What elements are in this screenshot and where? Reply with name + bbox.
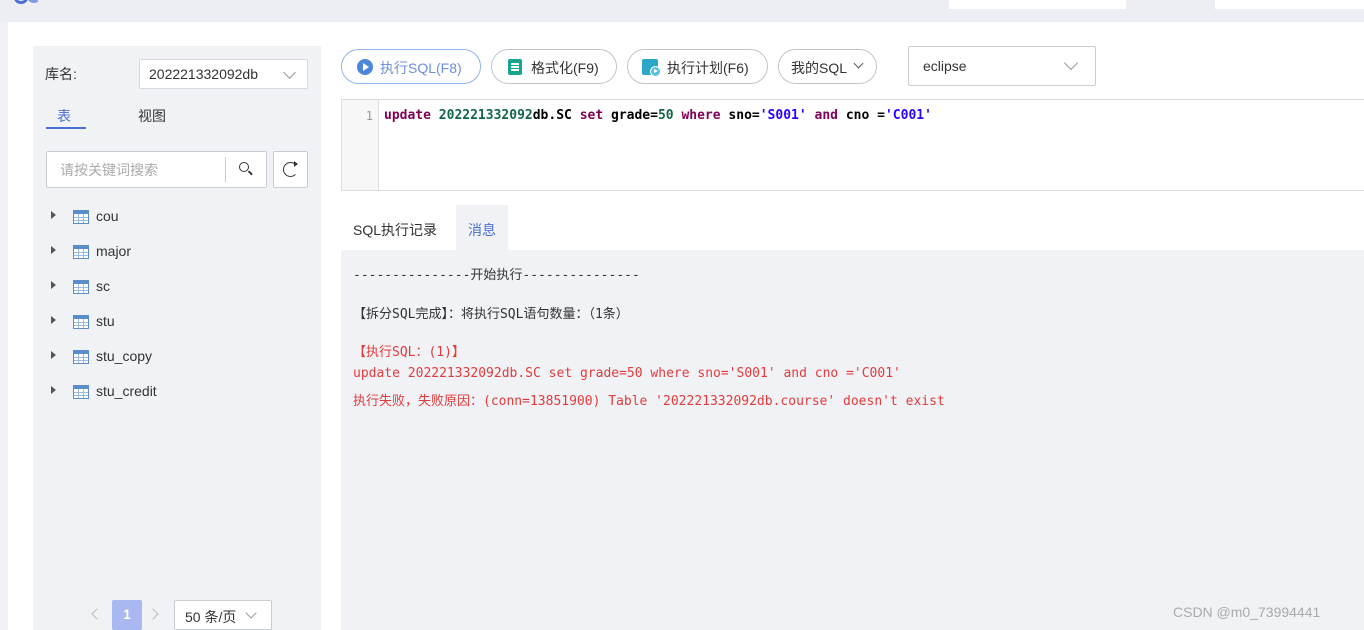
tree-item-major[interactable]: major [48, 242, 308, 262]
table-search [46, 151, 267, 188]
editor-theme-select[interactable]: eclipse [908, 46, 1096, 86]
format-label: 格式化(F9) [531, 60, 599, 76]
top-tab[interactable] [1215, 0, 1364, 9]
sql-keyword: set [579, 108, 604, 123]
watermark: CSDN @m0_73994441 [1173, 604, 1321, 620]
table-icon [73, 280, 89, 294]
page-size-select[interactable]: 50 条/页 [174, 600, 272, 630]
chevron-down-icon [245, 607, 257, 619]
tree-item-stu-credit[interactable]: stu_credit [48, 382, 308, 402]
refresh-button[interactable] [273, 151, 308, 188]
table-icon [73, 385, 89, 399]
table-icon [73, 210, 89, 224]
tree-item-sc[interactable]: sc [48, 277, 308, 297]
sql-number: 202221332092 [438, 108, 533, 123]
sql-code-line[interactable]: update 202221332092db.SC set grade=50 wh… [384, 108, 932, 123]
tab-views[interactable]: 视图 [138, 106, 166, 126]
tab-messages[interactable]: 消息 [456, 205, 508, 250]
page-size-value: 50 条/页 [185, 609, 237, 625]
execution-plan-icon [642, 59, 661, 77]
run-sql-button[interactable]: 执行SQL(F8) [341, 49, 481, 84]
tab-sql-history[interactable]: SQL执行记录 [341, 205, 449, 250]
next-page-icon[interactable] [148, 607, 162, 623]
table-icon [73, 315, 89, 329]
table-name: major [96, 243, 132, 259]
db-select[interactable]: 202221332092db [139, 59, 308, 89]
chevron-down-icon [1063, 55, 1079, 71]
error-message-line: update 202221332092db.SC set grade=50 wh… [353, 366, 901, 381]
error-message-line: 执行失败，失败原因：(conn=13851900) Table '2022213… [353, 394, 945, 409]
expand-caret-icon[interactable] [51, 316, 56, 324]
sql-text: grade= [603, 108, 658, 123]
theme-value: eclipse [923, 58, 967, 74]
table-icon [73, 245, 89, 259]
format-button[interactable]: 格式化(F9) [491, 49, 617, 84]
db-select-value: 202221332092db [149, 66, 259, 82]
my-sql-dropdown[interactable]: 我的SQL [778, 49, 877, 84]
search-input[interactable] [47, 152, 223, 187]
tree-item-stu-copy[interactable]: stu_copy [48, 347, 308, 367]
line-number: 1 [365, 109, 373, 123]
explain-plan-label: 执行计划(F6) [667, 60, 749, 76]
table-name: stu_credit [96, 383, 157, 399]
tab-tables[interactable]: 表 [57, 106, 71, 126]
active-tab-indicator [46, 127, 86, 129]
top-tab[interactable] [949, 0, 1126, 9]
top-bar [0, 0, 1364, 22]
sql-string: 'S001' [759, 108, 807, 123]
tree-item-stu[interactable]: stu [48, 312, 308, 332]
error-message-line: 【执行SQL：(1)】 [353, 345, 465, 360]
explain-plan-button[interactable]: 执行计划(F6) [627, 49, 768, 84]
sidebar [33, 46, 321, 630]
prev-page-icon[interactable] [88, 607, 102, 623]
my-sql-label: 我的SQL [791, 60, 848, 76]
expand-caret-icon[interactable] [51, 386, 56, 394]
sql-text: db.SC [532, 108, 580, 123]
sql-string: 'C001' [884, 108, 932, 123]
tree-item-cou[interactable]: cou [48, 207, 308, 227]
message-line: 【拆分SQL完成】：将执行SQL语句数量：（1条） [353, 307, 629, 322]
sql-editor[interactable]: 1 update 202221332092db.SC set grade=50 … [341, 99, 1364, 191]
expand-caret-icon[interactable] [51, 246, 56, 254]
expand-caret-icon[interactable] [51, 211, 56, 219]
sql-number: 50 [657, 108, 674, 123]
chevron-down-icon [283, 66, 296, 79]
table-name: stu [96, 313, 115, 329]
table-icon [73, 350, 89, 364]
table-name: sc [96, 278, 110, 294]
line-gutter: 1 [342, 100, 379, 190]
run-sql-label: 执行SQL(F8) [380, 60, 462, 76]
table-name: stu_copy [96, 348, 153, 364]
format-icon [508, 59, 522, 75]
sql-keyword: where [681, 108, 721, 123]
expand-caret-icon[interactable] [51, 281, 56, 289]
current-page[interactable]: 1 [112, 600, 142, 630]
chevron-down-icon [853, 58, 864, 69]
table-name: cou [96, 208, 119, 224]
message-line: ---------------开始执行--------------- [353, 268, 640, 283]
expand-caret-icon[interactable] [51, 351, 56, 359]
play-icon [357, 59, 373, 75]
search-button[interactable] [226, 152, 266, 187]
db-label: 库名: [45, 66, 77, 82]
sql-keyword: update [384, 108, 431, 123]
sql-text: sno= [720, 108, 760, 123]
sql-text: cno = [838, 108, 885, 123]
sql-keyword: and [814, 108, 839, 123]
app-logo-icon [0, 0, 48, 6]
